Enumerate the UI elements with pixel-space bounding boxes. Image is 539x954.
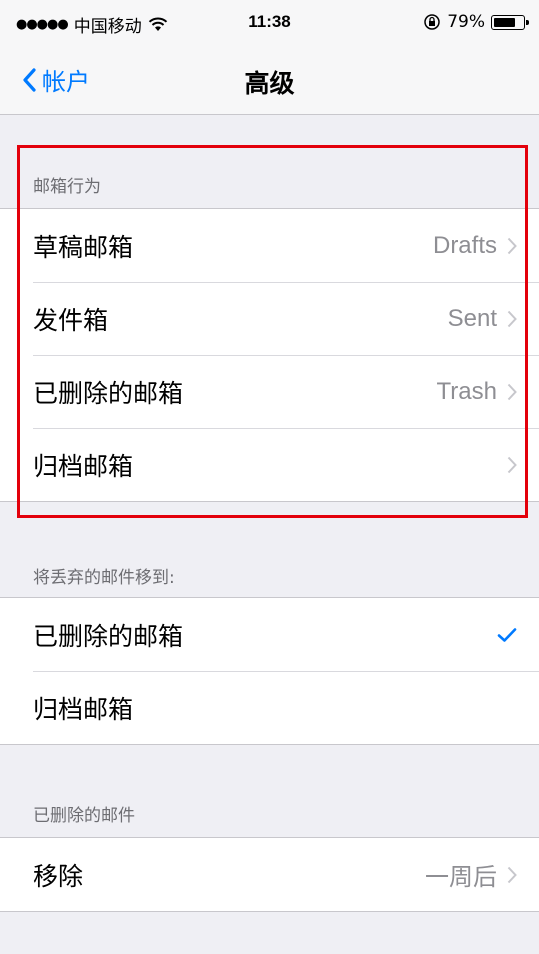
chevron-right-icon [507,456,517,474]
mailbox-behaviors-group: 草稿邮箱 Drafts 发件箱 Sent 已删除的邮箱 Trash 归档邮箱 [0,208,539,502]
row-label: 归档邮箱 [33,451,134,481]
row-value: 一周后 [425,864,497,891]
row-drafts-mailbox[interactable]: 草稿邮箱 Drafts [0,209,539,282]
status-bar: ●●●●● 中国移动 11:38 79% [0,0,539,44]
navigation-bar: 帐户 高级 [0,44,539,115]
chevron-right-icon [507,237,517,255]
battery-icon [491,14,529,30]
row-label: 发件箱 [33,305,109,335]
move-discarded-group: 已删除的邮箱 归档邮箱 [0,597,539,745]
section-header-deleted-messages: 已删除的邮件 [33,806,135,826]
chevron-right-icon [507,383,517,401]
row-value: Sent [447,304,497,332]
row-deleted-mailbox[interactable]: 已删除的邮箱 Trash [0,355,539,428]
option-archive-mailbox[interactable]: 归档邮箱 [0,671,539,744]
rotation-lock-icon [424,14,440,30]
status-right: 79% [423,12,529,32]
chevron-right-icon [507,310,517,328]
checkmark-icon [497,627,517,643]
row-value: Drafts [432,231,497,259]
section-header-move-discarded: 将丢弃的邮件移到: [33,568,175,588]
row-archive-mailbox[interactable]: 归档邮箱 [0,428,539,501]
row-label: 已删除的邮箱 [33,621,184,651]
option-deleted-mailbox[interactable]: 已删除的邮箱 [0,598,539,671]
row-value: Trash [436,377,497,405]
row-label: 草稿邮箱 [33,232,134,262]
battery-percent: 79% [447,12,485,32]
row-sent-mailbox[interactable]: 发件箱 Sent [0,282,539,355]
chevron-right-icon [507,866,517,884]
row-remove[interactable]: 移除 一周后 [0,838,539,911]
row-label: 已删除的邮箱 [33,378,184,408]
row-label: 移除 [33,861,84,891]
page-title: 高级 [244,69,295,98]
deleted-messages-group: 移除 一周后 [0,837,539,912]
row-label: 归档邮箱 [33,694,134,724]
section-header-mailbox-behaviors: 邮箱行为 [33,177,101,197]
